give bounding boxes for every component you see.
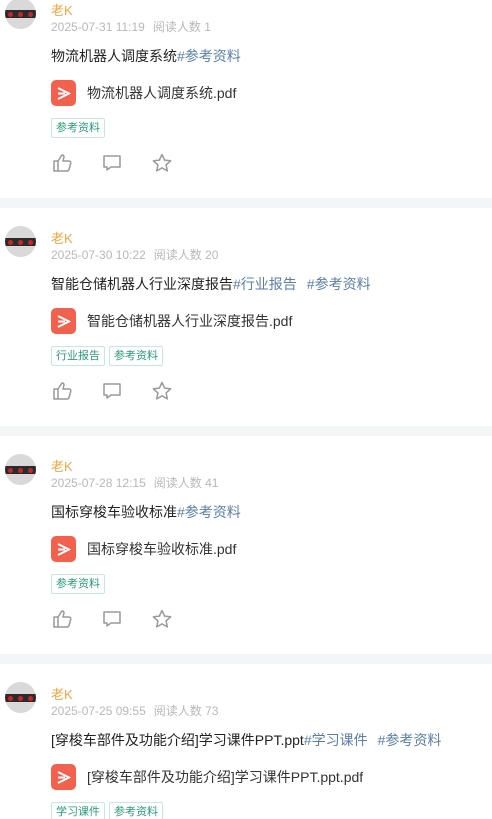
hashtag-link[interactable]: #参考资料 xyxy=(177,48,241,64)
post-date: 2025-07-25 09:55 xyxy=(51,704,146,718)
post-title[interactable]: [穿梭车部件及功能介绍]学习课件PPT.ppt#学习课件 #参考资料 xyxy=(51,728,492,752)
post-card[interactable]: 老K 2025-07-30 10:22 阅读人数 20 智能仓储机器人行业深度报告… xyxy=(0,208,492,412)
post-title-text: 国标穿梭车验收标准 xyxy=(51,504,177,520)
hashtag-link[interactable]: #参考资料 xyxy=(177,504,241,520)
avatar[interactable] xyxy=(5,682,36,713)
tag-chips: 行业报告 参考资料 xyxy=(51,346,492,368)
post-title[interactable]: 国标穿梭车验收标准#参考资料 xyxy=(51,500,492,524)
comment-icon[interactable] xyxy=(101,608,123,630)
author-name[interactable]: 老K xyxy=(51,228,73,247)
thumbs-up-icon[interactable] xyxy=(51,608,73,630)
tag-chip[interactable]: 参考资料 xyxy=(51,118,105,138)
pdf-file-icon xyxy=(51,80,76,106)
post-date: 2025-07-30 10:22 xyxy=(51,248,146,262)
post-meta: 2025-07-30 10:22 阅读人数 20 xyxy=(51,246,218,263)
file-attachment[interactable]: 物流机器人调度系统.pdf xyxy=(51,78,492,112)
file-name: 物流机器人调度系统.pdf xyxy=(87,85,237,101)
post-date: 2025-07-31 11:19 xyxy=(51,20,145,34)
post-card[interactable]: 老K 2025-07-28 12:15 阅读人数 41 国标穿梭车验收标准#参考资… xyxy=(0,436,492,640)
star-icon[interactable] xyxy=(151,152,173,174)
tag-chip[interactable]: 参考资料 xyxy=(51,574,105,594)
divider xyxy=(0,654,492,664)
post-date: 2025-07-28 12:15 xyxy=(51,476,146,490)
star-icon[interactable] xyxy=(151,380,173,402)
post-title-text: [穿梭车部件及功能介绍]学习课件PPT.ppt xyxy=(51,732,304,748)
author-name[interactable]: 老K xyxy=(51,456,73,475)
file-name: 智能仓储机器人行业深度报告.pdf xyxy=(87,313,293,329)
tag-chips: 参考资料 xyxy=(51,574,492,596)
post-title-text: 智能仓储机器人行业深度报告 xyxy=(51,276,233,292)
post-card[interactable]: 老K 2025-07-25 09:55 阅读人数 73 [穿梭车部件及功能介绍]学… xyxy=(0,664,492,819)
author-name[interactable]: 老K xyxy=(51,684,73,703)
post-actions xyxy=(51,368,492,412)
comment-icon[interactable] xyxy=(101,380,123,402)
hashtag-link[interactable]: #参考资料 xyxy=(378,732,442,748)
post-actions xyxy=(51,596,492,640)
tag-chip[interactable]: 行业报告 xyxy=(51,346,105,366)
divider xyxy=(0,198,492,208)
thumbs-up-icon[interactable] xyxy=(51,152,73,174)
read-count: 阅读人数 41 xyxy=(153,476,219,490)
tag-chips: 学习课件 参考资料 xyxy=(51,802,492,819)
hashtag-link[interactable]: #参考资料 xyxy=(307,276,371,292)
file-name: 国标穿梭车验收标准.pdf xyxy=(87,541,237,557)
pdf-file-icon xyxy=(51,308,76,334)
post-feed: 老K 2025-07-31 11:19 阅读人数 1 物流机器人调度系统#参考资料… xyxy=(0,0,492,819)
thumbs-up-icon[interactable] xyxy=(51,380,73,402)
post-meta: 2025-07-31 11:19 阅读人数 1 xyxy=(51,18,211,35)
file-attachment[interactable]: 智能仓储机器人行业深度报告.pdf xyxy=(51,306,492,340)
file-name: [穿梭车部件及功能介绍]学习课件PPT.ppt.pdf xyxy=(87,769,364,785)
post-card[interactable]: 老K 2025-07-31 11:19 阅读人数 1 物流机器人调度系统#参考资料… xyxy=(0,0,492,184)
post-meta: 2025-07-28 12:15 阅读人数 41 xyxy=(51,474,218,491)
post-title[interactable]: 智能仓储机器人行业深度报告#行业报告 #参考资料 xyxy=(51,272,492,296)
star-icon[interactable] xyxy=(151,608,173,630)
author-name[interactable]: 老K xyxy=(51,0,73,19)
avatar[interactable] xyxy=(5,0,36,29)
file-attachment[interactable]: 国标穿梭车验收标准.pdf xyxy=(51,534,492,568)
comment-icon[interactable] xyxy=(101,152,123,174)
post-title-text: 物流机器人调度系统 xyxy=(51,48,177,64)
hashtag-link[interactable]: #学习课件 xyxy=(304,732,368,748)
tag-chip[interactable]: 参考资料 xyxy=(109,802,163,819)
post-actions xyxy=(51,140,492,184)
file-attachment[interactable]: [穿梭车部件及功能介绍]学习课件PPT.ppt.pdf xyxy=(51,762,492,796)
post-title[interactable]: 物流机器人调度系统#参考资料 xyxy=(51,44,492,68)
pdf-file-icon xyxy=(51,536,76,562)
tag-chips: 参考资料 xyxy=(51,118,492,140)
tag-chip[interactable]: 参考资料 xyxy=(109,346,163,366)
read-count: 阅读人数 1 xyxy=(152,20,211,34)
read-count: 阅读人数 20 xyxy=(153,248,219,262)
avatar[interactable] xyxy=(5,454,36,485)
hashtag-link[interactable]: #行业报告 xyxy=(233,276,297,292)
tag-chip[interactable]: 学习课件 xyxy=(51,802,105,819)
avatar[interactable] xyxy=(5,226,36,257)
read-count: 阅读人数 73 xyxy=(153,704,219,718)
post-meta: 2025-07-25 09:55 阅读人数 73 xyxy=(51,702,218,719)
divider xyxy=(0,426,492,436)
pdf-file-icon xyxy=(51,764,76,790)
